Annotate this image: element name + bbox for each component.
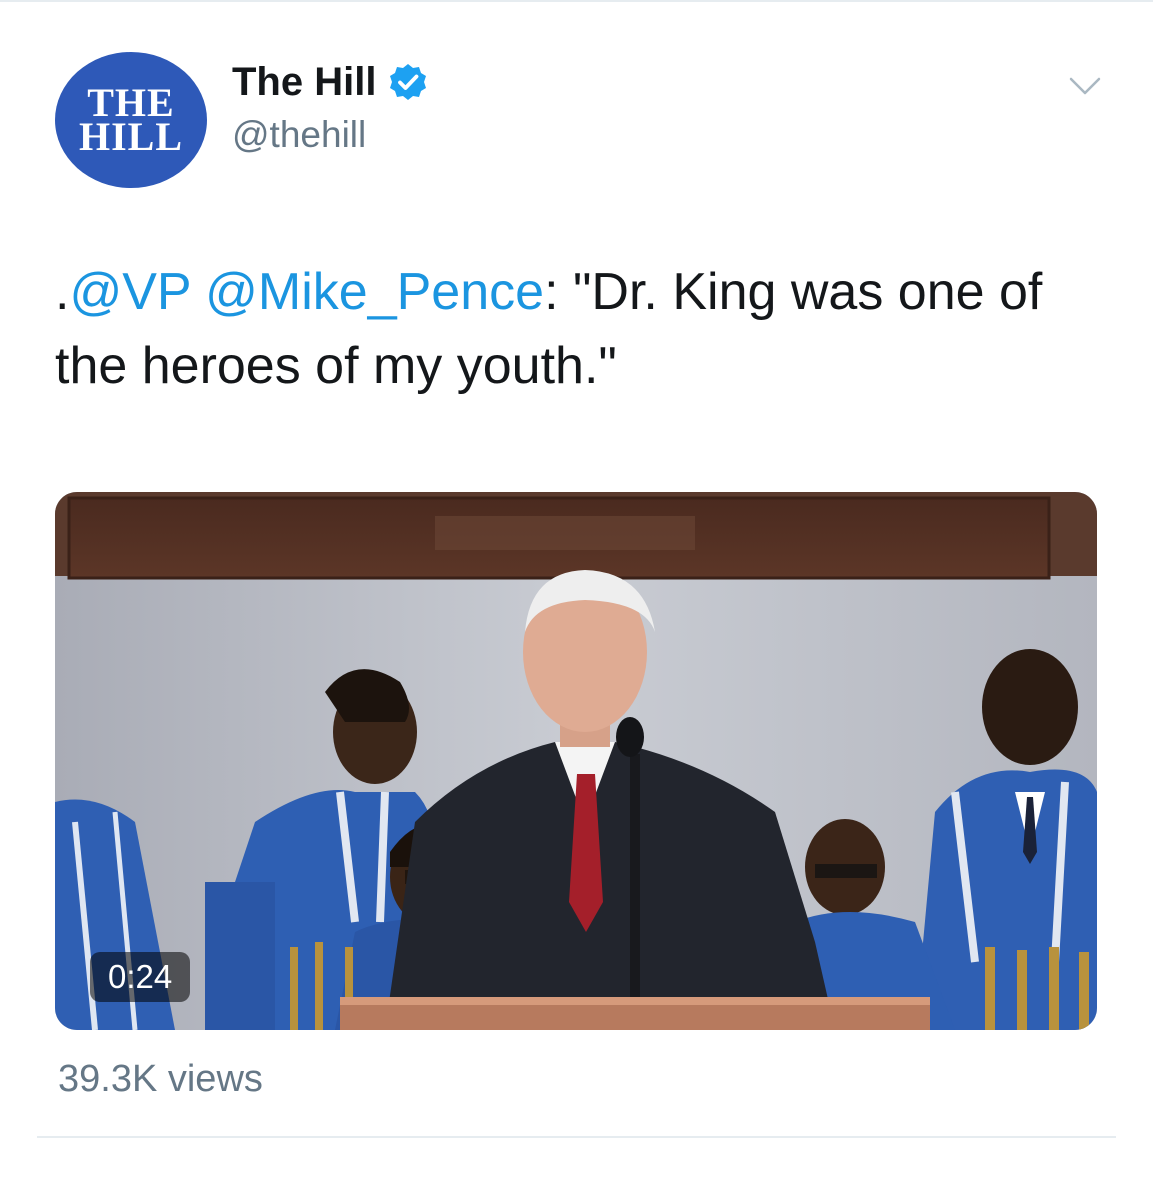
avatar[interactable]: THE HILL [55, 52, 207, 188]
video-thumbnail [55, 492, 1097, 1030]
display-name[interactable]: The Hill [232, 58, 376, 106]
bottom-divider [37, 1136, 1116, 1138]
mention-vp[interactable]: @VP [69, 263, 190, 321]
avatar-text-line2: HILL [78, 114, 184, 159]
view-count: 39.3K views [58, 1058, 263, 1100]
tweet-text: .@VP @Mike_Pence: "Dr. King was one of t… [55, 255, 1055, 403]
video-player[interactable] [55, 492, 1097, 1030]
tweet-prefix: . [55, 263, 70, 321]
verified-badge-icon [390, 64, 427, 100]
account-handle[interactable]: @thehill [232, 112, 366, 158]
video-duration-badge: 0:24 [90, 952, 191, 1002]
chevron-down-icon[interactable] [1068, 74, 1102, 98]
account-name-row[interactable]: The Hill [232, 58, 428, 106]
top-divider [0, 0, 1153, 2]
mention-mike-pence[interactable]: @Mike_Pence [205, 263, 544, 321]
tweet-space [191, 263, 205, 321]
